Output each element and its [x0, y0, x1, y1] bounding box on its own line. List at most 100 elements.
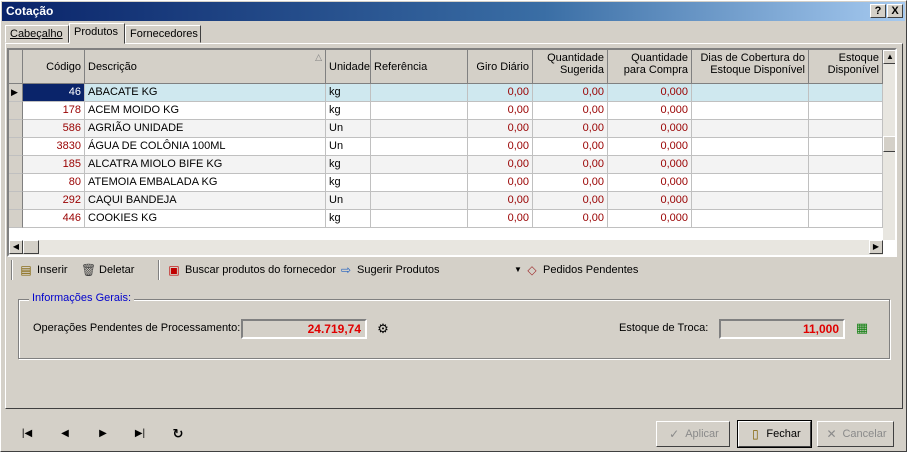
cell-empty[interactable]: [692, 102, 809, 120]
cell-sugerida[interactable]: 0,00: [533, 210, 608, 228]
fechar-button[interactable]: ▯ Fechar: [737, 420, 812, 448]
cell-descricao[interactable]: CAQUI BANDEJA: [85, 192, 326, 210]
scroll-left-icon[interactable]: ◀: [9, 240, 23, 254]
cell-sugerida[interactable]: 0,00: [533, 156, 608, 174]
cell-giro[interactable]: 0,00: [468, 102, 533, 120]
scroll-thumb-horizontal[interactable]: [23, 240, 39, 254]
prior-record-icon[interactable]: ◀: [57, 427, 73, 441]
cell-sugerida[interactable]: 0,00: [533, 102, 608, 120]
pedidos-pendentes-button[interactable]: ◇ Pedidos Pendentes: [525, 260, 638, 280]
scroll-thumb-vertical[interactable]: [883, 136, 895, 152]
cell-empty[interactable]: [692, 192, 809, 210]
cell-unidade[interactable]: kg: [326, 102, 371, 120]
cell-empty[interactable]: [692, 138, 809, 156]
cell-codigo[interactable]: 46: [23, 84, 85, 102]
cell-referencia[interactable]: [371, 174, 468, 192]
header-estoque-disponivel[interactable]: Estoque Disponível: [809, 50, 883, 84]
cell-sugerida[interactable]: 0,00: [533, 84, 608, 102]
table-row[interactable]: 80 ATEMOIA EMBALADA KG kg 0,00 0,00 0,000: [9, 174, 895, 192]
first-record-icon[interactable]: |◀: [19, 427, 35, 441]
cell-descricao[interactable]: COOKIES KG: [85, 210, 326, 228]
cell-referencia[interactable]: [371, 84, 468, 102]
scroll-right-icon[interactable]: ▶: [869, 240, 883, 254]
next-record-icon[interactable]: ▶: [95, 427, 111, 441]
cell-codigo[interactable]: 185: [23, 156, 85, 174]
cell-empty[interactable]: [809, 192, 883, 210]
cell-sugerida[interactable]: 0,00: [533, 120, 608, 138]
header-unidade[interactable]: Unidade: [326, 50, 371, 84]
cell-unidade[interactable]: kg: [326, 210, 371, 228]
cell-empty[interactable]: [692, 156, 809, 174]
cell-unidade[interactable]: kg: [326, 84, 371, 102]
table-row[interactable]: 3830 ÁGUA DE COLÔNIA 100ML Un 0,00 0,00 0,000: [9, 138, 895, 156]
refresh-icon[interactable]: ↻: [170, 427, 186, 441]
cell-referencia[interactable]: [371, 210, 468, 228]
header-quantidade-compra[interactable]: Quantidade para Compra: [608, 50, 692, 84]
cell-codigo[interactable]: 446: [23, 210, 85, 228]
buscar-produtos-button[interactable]: ▣ Buscar produtos do fornecedor: [167, 260, 336, 280]
cell-descricao[interactable]: ABACATE KG: [85, 84, 326, 102]
table-row[interactable]: 586 AGRIÃO UNIDADE Un 0,00 0,00 0,000: [9, 120, 895, 138]
cell-descricao[interactable]: ACEM MOIDO KG: [85, 102, 326, 120]
process-icon[interactable]: ⚙: [376, 322, 390, 336]
cell-empty[interactable]: [692, 84, 809, 102]
cell-descricao[interactable]: AGRIÃO UNIDADE: [85, 120, 326, 138]
cell-referencia[interactable]: [371, 156, 468, 174]
cell-compra[interactable]: 0,000: [608, 210, 692, 228]
cancelar-button[interactable]: ✕ Cancelar: [817, 421, 894, 447]
deletar-button[interactable]: 🗑 Deletar: [81, 260, 134, 280]
cell-unidade[interactable]: Un: [326, 138, 371, 156]
cell-referencia[interactable]: [371, 192, 468, 210]
header-quantidade-sugerida[interactable]: Quantidade Sugerida: [533, 50, 608, 84]
cell-giro[interactable]: 0,00: [468, 156, 533, 174]
cell-empty[interactable]: [809, 84, 883, 102]
cell-giro[interactable]: 0,00: [468, 210, 533, 228]
scroll-up-icon[interactable]: ▲: [883, 50, 895, 64]
horizontal-scrollbar[interactable]: ◀ ▶: [9, 240, 883, 255]
cell-empty[interactable]: [692, 210, 809, 228]
last-record-icon[interactable]: ▶|: [132, 427, 148, 441]
cell-empty[interactable]: [692, 120, 809, 138]
cell-referencia[interactable]: [371, 120, 468, 138]
vertical-scrollbar[interactable]: ▲: [883, 50, 895, 240]
tab-produtos[interactable]: Produtos: [69, 23, 125, 44]
cell-empty[interactable]: [809, 210, 883, 228]
table-row[interactable]: 185 ALCATRA MIOLO BIFE KG kg 0,00 0,00 0,000: [9, 156, 895, 174]
cell-sugerida[interactable]: 0,00: [533, 138, 608, 156]
cell-referencia[interactable]: [371, 102, 468, 120]
inserir-button[interactable]: ▤ Inserir: [19, 260, 67, 280]
cell-giro[interactable]: 0,00: [468, 174, 533, 192]
cell-codigo[interactable]: 178: [23, 102, 85, 120]
cell-empty[interactable]: [809, 138, 883, 156]
cell-empty[interactable]: [809, 174, 883, 192]
cell-compra[interactable]: 0,000: [608, 174, 692, 192]
cell-sugerida[interactable]: 0,00: [533, 192, 608, 210]
cell-empty[interactable]: [809, 102, 883, 120]
sugerir-produtos-button[interactable]: ⇨ Sugerir Produtos: [339, 260, 440, 280]
cell-empty[interactable]: [809, 120, 883, 138]
table-row[interactable]: ▶ 46 ABACATE KG kg 0,00 0,00 0,000: [9, 84, 895, 102]
cell-codigo[interactable]: 3830: [23, 138, 85, 156]
header-dias-cobertura[interactable]: Dias de Cobertura do Estoque Disponível: [692, 50, 809, 84]
cell-compra[interactable]: 0,000: [608, 138, 692, 156]
cell-referencia[interactable]: [371, 138, 468, 156]
cell-giro[interactable]: 0,00: [468, 120, 533, 138]
header-descricao[interactable]: Descrição △: [85, 50, 326, 84]
header-codigo[interactable]: Código: [23, 50, 85, 84]
tab-fornecedores[interactable]: Fornecedores: [125, 25, 201, 43]
cell-descricao[interactable]: ATEMOIA EMBALADA KG: [85, 174, 326, 192]
cell-empty[interactable]: [692, 174, 809, 192]
table-row[interactable]: 178 ACEM MOIDO KG kg 0,00 0,00 0,000: [9, 102, 895, 120]
tab-cabecalho[interactable]: Cabeçalho: [5, 25, 69, 43]
products-grid[interactable]: Código Descrição △ Unidade Referência Gi…: [7, 48, 897, 257]
cell-codigo[interactable]: 292: [23, 192, 85, 210]
cell-unidade[interactable]: kg: [326, 156, 371, 174]
cell-sugerida[interactable]: 0,00: [533, 174, 608, 192]
table-row[interactable]: 446 COOKIES KG kg 0,00 0,00 0,000: [9, 210, 895, 228]
cell-unidade[interactable]: kg: [326, 174, 371, 192]
cell-descricao[interactable]: ÁGUA DE COLÔNIA 100ML: [85, 138, 326, 156]
cell-compra[interactable]: 0,000: [608, 84, 692, 102]
header-giro[interactable]: Giro Diário: [468, 50, 533, 84]
close-button[interactable]: X: [887, 4, 903, 18]
table-row[interactable]: 292 CAQUI BANDEJA Un 0,00 0,00 0,000: [9, 192, 895, 210]
